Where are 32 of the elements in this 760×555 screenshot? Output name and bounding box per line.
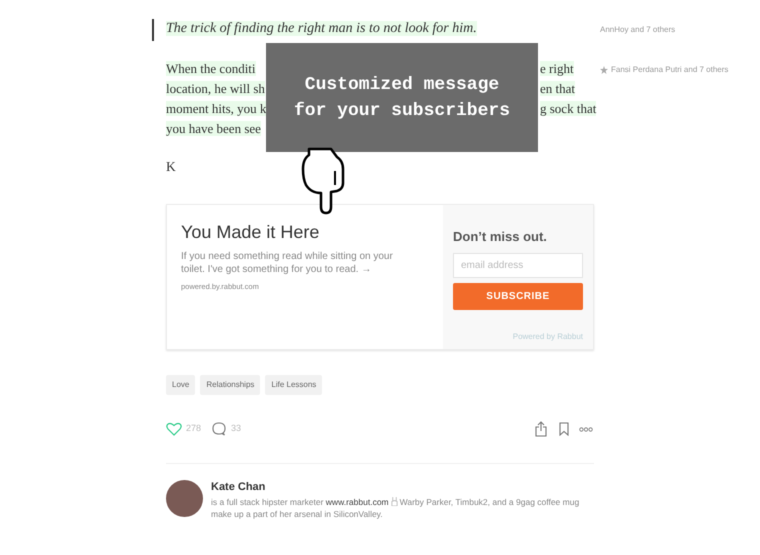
star-icon bbox=[600, 66, 608, 74]
more-icon[interactable] bbox=[579, 426, 593, 432]
rabbit-icon bbox=[390, 497, 398, 506]
paragraph-text: When the conditi bbox=[166, 61, 256, 76]
tag-chip[interactable]: Relationships bbox=[200, 375, 260, 395]
overlay-message: Customized message for your subscribers bbox=[292, 74, 512, 122]
paragraph-text: you have been see bbox=[166, 121, 261, 136]
comment-count: 33 bbox=[231, 422, 242, 436]
tag-chip[interactable]: Love bbox=[166, 375, 196, 395]
author-bio: is a full stack hipster marketer www.rabbut.com Warby Parker, Timbuk2, and a 9gag coffee mug make up a part of her arsenal in SiliconValley. bbox=[211, 496, 580, 520]
paragraph-text: g sock that bbox=[540, 101, 596, 116]
bookmark-icon[interactable] bbox=[559, 422, 569, 436]
highlight-note: AnnHoy and 7 others bbox=[600, 24, 676, 36]
quote-text: The trick of finding the right man is to not look for him. bbox=[166, 21, 477, 36]
paragraph-text: moment hits, you k bbox=[166, 101, 266, 116]
paragraph-text: en that bbox=[540, 81, 576, 96]
card-title: You Made it Here bbox=[181, 221, 320, 243]
website-link[interactable]: www.rabbut.com bbox=[326, 497, 389, 507]
card-description: If you need something read while sitting on your toilet. I've got something for you to read. → bbox=[181, 250, 394, 276]
highlight-note: Fansi Perdana Putri and 7 others bbox=[611, 64, 728, 76]
comment-icon[interactable] bbox=[212, 422, 226, 436]
paragraph-text: location, he will sh bbox=[166, 81, 265, 96]
signup-heading: Don’t miss out. bbox=[453, 229, 547, 245]
author-name[interactable]: Kate Chan bbox=[211, 480, 266, 494]
subscribe-button[interactable]: SUBSCRIBE bbox=[453, 283, 583, 310]
avatar-placeholder bbox=[166, 480, 203, 517]
email-input[interactable]: email address bbox=[453, 253, 583, 278]
paragraph-text: e right bbox=[540, 61, 574, 76]
paragraph-text: K bbox=[166, 158, 176, 176]
like-count: 278 bbox=[186, 422, 202, 436]
tag-chip[interactable]: Life Lessons bbox=[265, 375, 322, 395]
share-icon[interactable] bbox=[535, 421, 547, 437]
